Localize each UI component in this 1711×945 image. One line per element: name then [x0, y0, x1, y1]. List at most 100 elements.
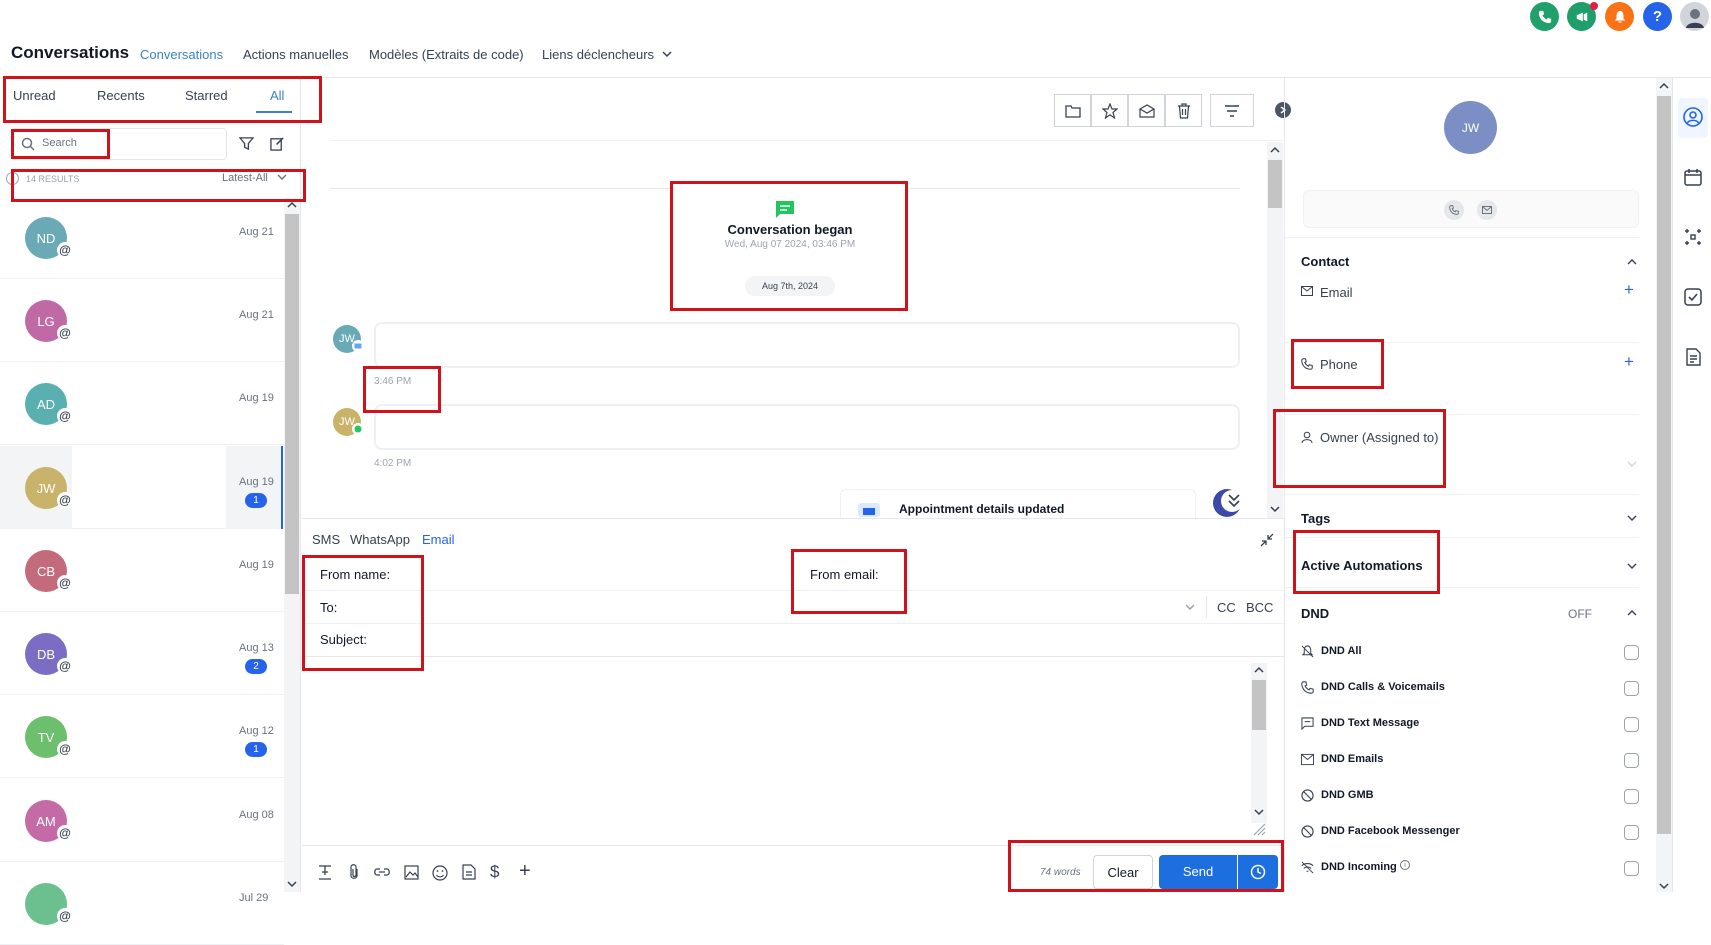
phone-field-label: Phone — [1320, 357, 1358, 372]
call-contact-button[interactable] — [1444, 200, 1464, 220]
link-icon[interactable] — [374, 866, 390, 878]
folder-button[interactable] — [1054, 94, 1091, 127]
chevron-up-icon[interactable] — [1627, 258, 1637, 266]
tab-starred[interactable]: Starred — [185, 88, 228, 103]
phone-call-icon[interactable] — [1530, 2, 1559, 31]
conversation-row[interactable]: AD @ Aug 19 — [0, 362, 284, 445]
chevron-up-icon[interactable] — [1627, 609, 1637, 617]
dnd-text-checkbox[interactable] — [1624, 717, 1639, 732]
scroll-down-icon[interactable] — [1254, 808, 1264, 816]
select-all-checkbox[interactable] — [6, 172, 19, 185]
bcc-button[interactable]: BCC — [1246, 600, 1273, 615]
template-icon[interactable] — [462, 864, 476, 880]
scroll-up-icon[interactable] — [1659, 82, 1669, 90]
contact-icon[interactable] — [1683, 107, 1703, 127]
list-scrollbar-thumb[interactable] — [285, 214, 299, 594]
mark-read-button[interactable] — [1128, 94, 1165, 127]
details-scrollbar-thumb[interactable] — [1657, 96, 1671, 834]
dnd-facebook-checkbox[interactable] — [1624, 825, 1639, 840]
notes-icon[interactable] — [1683, 347, 1703, 367]
info-icon[interactable]: i — [1400, 860, 1410, 870]
scroll-down-icon[interactable] — [287, 880, 297, 888]
email-contact-button[interactable] — [1477, 200, 1497, 220]
star-button[interactable] — [1091, 94, 1128, 127]
editor-scrollbar-thumb[interactable] — [1252, 680, 1266, 730]
conversation-row[interactable]: JW @ Aug 19 1 — [0, 446, 284, 529]
channel-whatsapp[interactable]: WhatsApp — [350, 532, 410, 547]
nav-manual-actions[interactable]: Actions manuelles — [243, 47, 349, 62]
chevron-down-icon[interactable] — [1627, 514, 1637, 522]
section-dnd[interactable]: DND — [1301, 606, 1329, 621]
schedule-send-button[interactable] — [1238, 855, 1278, 889]
sort-button[interactable] — [1210, 94, 1254, 127]
help-icon[interactable]: ? — [1643, 2, 1672, 31]
conversation-row[interactable]: @ Jul 29 — [0, 862, 284, 945]
calendar-icon[interactable] — [1683, 167, 1703, 187]
add-email-button[interactable]: + — [1624, 280, 1634, 300]
nav-conversations[interactable]: Conversations — [140, 47, 223, 62]
cc-button[interactable]: CC — [1217, 600, 1236, 615]
scroll-to-bottom-icon[interactable] — [1228, 494, 1240, 508]
icon-rail — [1672, 78, 1711, 892]
add-phone-button[interactable]: + — [1624, 352, 1634, 372]
conversation-row[interactable]: DB @ Aug 13 2 — [0, 612, 284, 695]
chevron-down-icon[interactable] — [1627, 460, 1637, 468]
dnd-calls-checkbox[interactable] — [1624, 681, 1639, 696]
conversation-row[interactable]: CB @ Aug 19 — [0, 529, 284, 612]
compose-icon[interactable] — [270, 136, 285, 151]
subject-label: Subject: — [320, 632, 367, 647]
plus-icon[interactable]: + — [519, 860, 531, 883]
attachment-icon[interactable] — [348, 864, 360, 880]
message-body-editor[interactable] — [302, 658, 1252, 842]
chat-scrollbar-thumb[interactable] — [1268, 160, 1282, 208]
section-contact[interactable]: Contact — [1301, 254, 1349, 269]
user-avatar[interactable] — [1680, 2, 1709, 31]
dollar-icon[interactable]: $ — [490, 862, 499, 882]
collapse-icon[interactable] — [1260, 533, 1274, 547]
image-icon[interactable] — [404, 865, 419, 880]
row-date: Aug 21 — [239, 309, 274, 321]
conversation-row[interactable]: AM @ Aug 08 — [0, 779, 284, 862]
dnd-emails-checkbox[interactable] — [1624, 753, 1639, 768]
resize-handle-icon[interactable] — [1252, 822, 1266, 836]
conversation-row[interactable]: LG @ Aug 21 — [0, 279, 284, 362]
section-active-automations[interactable]: Active Automations — [1301, 558, 1423, 573]
channel-sms[interactable]: SMS — [312, 532, 340, 547]
text-format-icon[interactable] — [317, 864, 333, 880]
sort-dropdown[interactable]: Latest-All — [222, 172, 287, 184]
nav-templates[interactable]: Modèles (Extraits de code) — [369, 47, 524, 62]
dnd-gmb-checkbox[interactable] — [1624, 789, 1639, 804]
chevron-down-icon[interactable] — [1627, 562, 1637, 570]
clear-button[interactable]: Clear — [1093, 855, 1153, 889]
filter-icon[interactable] — [239, 136, 254, 151]
email-input[interactable] — [1301, 306, 1637, 324]
scroll-down-icon[interactable] — [1270, 505, 1280, 513]
scroll-up-icon[interactable] — [1254, 666, 1264, 674]
tab-recents[interactable]: Recents — [97, 88, 145, 103]
bell-icon[interactable] — [1605, 2, 1634, 31]
section-tags[interactable]: Tags — [1301, 511, 1330, 526]
message-bubble[interactable] — [374, 322, 1240, 368]
tab-unread[interactable]: Unread — [13, 88, 56, 103]
task-check-icon[interactable] — [1683, 287, 1703, 307]
dnd-incoming-checkbox[interactable] — [1624, 861, 1639, 876]
send-button[interactable]: Send — [1159, 855, 1237, 889]
to-input[interactable] — [612, 591, 1202, 623]
scroll-up-icon[interactable] — [1270, 146, 1280, 154]
delete-button[interactable] — [1165, 94, 1202, 127]
conversation-row[interactable]: ND @ Aug 21 — [0, 196, 284, 279]
emoji-icon[interactable] — [432, 865, 448, 881]
message-time: 3:46 PM — [374, 376, 412, 387]
message-bubble[interactable] — [374, 404, 1240, 450]
nav-trigger-links[interactable]: Liens déclencheurs — [542, 47, 672, 62]
scroll-up-icon[interactable] — [287, 201, 297, 209]
tab-all[interactable]: All — [270, 88, 284, 103]
workflow-icon[interactable] — [1683, 227, 1703, 247]
search-input[interactable]: Search — [12, 128, 227, 160]
dnd-all-checkbox[interactable] — [1624, 645, 1639, 660]
conversation-row[interactable]: TV @ Aug 12 1 — [0, 695, 284, 778]
scroll-down-icon[interactable] — [1659, 882, 1669, 890]
channel-email[interactable]: Email — [422, 532, 455, 547]
owner-select[interactable] — [1301, 452, 1637, 482]
chevron-down-icon[interactable] — [1185, 603, 1195, 611]
